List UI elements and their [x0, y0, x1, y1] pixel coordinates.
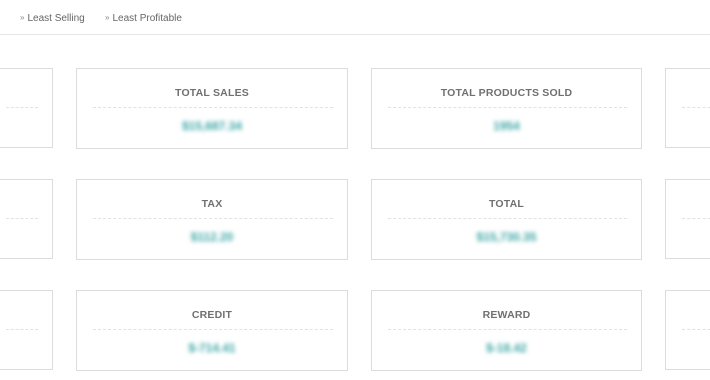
stat-card-partial-right — [665, 179, 710, 259]
stat-card-total-products-sold: TOTAL PRODUCTS SOLD 1954 — [371, 68, 642, 149]
report-tab-bar: » Least Selling » Least Profitable — [0, 0, 710, 35]
stat-card-value: 1954 — [493, 119, 520, 133]
chevron-double-down-icon: » — [20, 12, 25, 22]
stat-card-partial-right — [665, 290, 710, 370]
stat-card-total-sales: TOTAL SALES $15,687.34 — [76, 68, 348, 149]
tab-least-profitable[interactable]: » Least Profitable — [105, 13, 182, 24]
stat-card-title: TAX — [201, 198, 223, 210]
stat-card-value: $-714.41 — [188, 341, 236, 355]
stat-card-value: $15,730.35 — [476, 230, 537, 244]
stat-card-partial-right — [665, 68, 710, 148]
stat-card-value: $-18.42 — [486, 341, 527, 355]
tab-least-selling-label: Least Selling — [27, 13, 85, 24]
stat-card-partial-left — [0, 179, 53, 259]
stat-card-value: $15,687.34 — [181, 119, 243, 133]
tab-least-selling[interactable]: » Least Selling — [20, 13, 85, 24]
stat-card-total: TOTAL $15,730.35 — [371, 179, 642, 260]
stat-card-credit: CREDIT $-714.41 — [76, 290, 348, 371]
stat-card-reward: REWARD $-18.42 — [371, 290, 642, 371]
stat-card-partial-left — [0, 68, 53, 148]
stat-card-title: REWARD — [482, 309, 531, 321]
stat-card-title: TOTAL PRODUCTS SOLD — [440, 87, 573, 99]
stat-card-value: $112.20 — [190, 230, 234, 244]
stat-card-partial-left — [0, 290, 53, 370]
tab-least-profitable-label: Least Profitable — [112, 13, 182, 24]
stat-card-title: CREDIT — [191, 309, 233, 321]
stat-card-title: TOTAL SALES — [175, 87, 249, 99]
stat-card-tax: TAX $112.20 — [76, 179, 348, 260]
stat-card-title: TOTAL — [488, 198, 525, 210]
chevron-double-down-icon: » — [105, 12, 110, 22]
